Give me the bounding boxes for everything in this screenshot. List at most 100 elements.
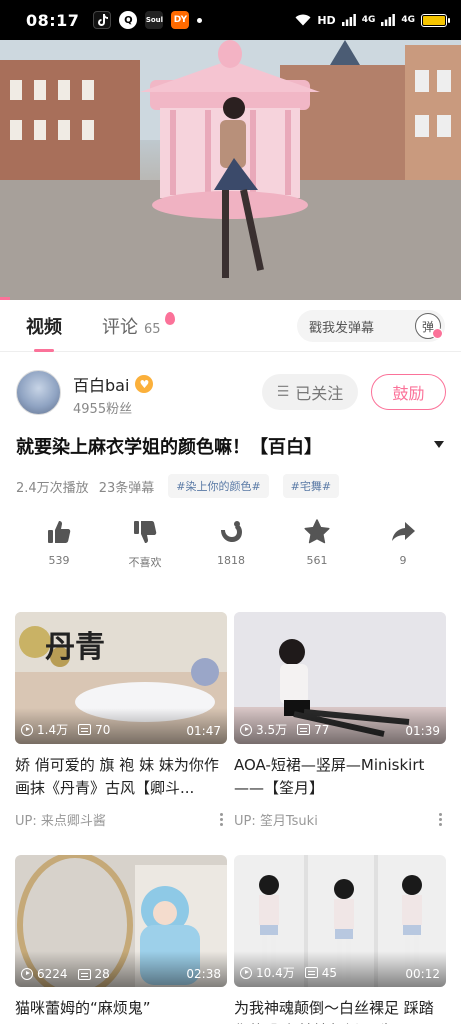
douyu-app-icon: DY — [171, 11, 190, 29]
notification-dot — [197, 17, 203, 23]
video-thumbnail[interactable]: 10.4万 45 00:12 — [234, 855, 446, 987]
battery-icon — [421, 13, 450, 27]
recommendation-card[interactable]: 10.4万 45 00:12 为我神魂颠倒～白丝裸足 踩踏你的肌肤 抽搐颠倒 双… — [234, 855, 446, 1024]
card-duration: 01:47 — [186, 724, 221, 738]
dislike-icon — [134, 521, 157, 543]
card-uploader-row: UP: 来点卿斗酱 — [15, 810, 227, 829]
play-count-icon — [240, 723, 252, 736]
danmaku-count-icon — [297, 724, 311, 735]
recommendation-card[interactable]: 丹青 1.4万 70 01:47 娇 俏可爱的 旗 袍 妹 妹为你作画抹《丹青》… — [15, 612, 227, 829]
card-duration: 00:12 — [405, 967, 440, 981]
card-duration: 01:39 — [405, 724, 440, 738]
uploader-row: 百白bai ♥ 4955粉丝 ☰ 已关注 鼓励 — [16, 370, 446, 420]
card-danmaku: 28 — [94, 967, 110, 981]
card-uploader[interactable]: UP: 来点卿斗酱 — [15, 810, 106, 829]
play-count: 2.4万次播放 — [16, 480, 89, 496]
card-uploader[interactable]: UP: 筌月Tsuki — [234, 810, 318, 829]
wifi-icon — [295, 14, 311, 26]
thumbnail-stats: 3.5万 77 — [240, 721, 329, 738]
hot-flame-icon — [164, 311, 175, 325]
danmaku-count-icon — [78, 724, 92, 735]
signal-icon-2 — [381, 14, 396, 26]
network-label: HD — [317, 13, 336, 27]
cheer-button[interactable]: 鼓励 — [371, 374, 446, 410]
tiktok-icon — [93, 11, 112, 29]
card-plays: 10.4万 — [256, 966, 295, 980]
video-thumbnail[interactable]: 6224 28 02:38 — [15, 855, 227, 987]
q-app-icon: Q — [119, 11, 138, 29]
card-danmaku: 45 — [321, 965, 338, 980]
dislike-label: 不喜欢 — [128, 556, 162, 569]
coin-button[interactable]: 1818 — [196, 518, 266, 567]
play-count-icon — [21, 968, 33, 980]
thumbnail-stats: 1.4万 70 — [21, 721, 110, 738]
danmaku-input[interactable]: 戳我发弹幕 弹 — [297, 310, 445, 342]
card-plays: 1.4万 — [37, 723, 69, 737]
card-title[interactable]: 为我神魂颠倒～白丝裸足 踩踏你的肌肤 抽搐颠倒 双先 — [234, 997, 446, 1024]
video-thumbnail[interactable]: 丹青 1.4万 70 01:47 — [15, 612, 227, 744]
follow-button[interactable]: ☰ 已关注 — [262, 374, 358, 410]
detail-tabs: 视频 评论 65 戳我发弹幕 弹 — [0, 300, 461, 352]
favorite-icon — [304, 519, 330, 544]
share-icon — [392, 522, 415, 541]
avatar[interactable] — [16, 370, 61, 415]
card-danmaku: 70 — [95, 722, 111, 737]
comment-count: 65 — [144, 321, 161, 337]
menu-lines-icon: ☰ — [276, 384, 290, 400]
like-count: 539 — [48, 554, 70, 567]
danmaku-toggle-label: 弹 — [421, 319, 434, 334]
danmaku-placeholder: 戳我发弹幕 — [309, 320, 375, 336]
card-title[interactable]: 猫咪蕾姆的“麻烦鬼” — [15, 997, 227, 1024]
share-count: 9 — [399, 554, 407, 567]
danmaku-toggle-button[interactable]: 弹 — [415, 313, 443, 339]
share-button[interactable]: 9 — [368, 518, 438, 567]
soul-app-icon: Soul — [145, 11, 164, 29]
card-title[interactable]: AOA-短裙—竖屏—Miniskirt——【筌月】 — [234, 754, 446, 800]
favorite-count: 561 — [306, 554, 328, 567]
thumbnail-stats: 10.4万 45 — [240, 964, 337, 981]
status-indicators: HD 4G 4G — [295, 13, 450, 27]
vip-badge-icon: ♥ — [135, 375, 154, 393]
tab-video[interactable]: 视频 — [26, 313, 62, 352]
danmaku-count: 23条弹幕 — [98, 480, 155, 496]
expand-caret-icon[interactable] — [434, 441, 444, 448]
follow-label: 已关注 — [295, 384, 344, 403]
dislike-button[interactable]: 不喜欢 — [110, 518, 180, 570]
signal-icon-1 — [341, 14, 356, 26]
video-title: 就要染上麻衣学姐的颜色嘛！【百白】 — [16, 437, 322, 458]
video-thumbnail[interactable]: 3.5万 77 01:39 — [234, 612, 446, 744]
danmaku-count-icon — [304, 967, 318, 978]
thumbnail-stats: 6224 28 — [21, 967, 110, 981]
more-options-icon[interactable] — [220, 813, 223, 826]
danmaku-count-icon — [77, 968, 91, 980]
play-count-icon — [240, 966, 252, 979]
card-title[interactable]: 娇 俏可爱的 旗 袍 妹 妹为你作画抹《丹青》古风【卿斗... — [15, 754, 227, 800]
uploader-name-row[interactable]: 百白bai ♥ — [73, 372, 154, 396]
play-count-icon — [21, 723, 33, 736]
thumbnail-title-art: 丹青 — [45, 630, 105, 665]
video-player[interactable] — [0, 40, 461, 300]
like-button[interactable]: 539 — [24, 518, 94, 567]
recommendation-card[interactable]: 6224 28 02:38 猫咪蕾姆的“麻烦鬼” — [15, 855, 227, 1024]
card-duration: 02:38 — [186, 967, 221, 981]
signal-label-1: 4G — [361, 15, 376, 25]
card-plays: 3.5万 — [256, 723, 288, 737]
recommendation-card[interactable]: 3.5万 77 01:39 AOA-短裙—竖屏—Miniskirt——【筌月】 … — [234, 612, 446, 829]
uploader-fans: 4955粉丝 — [73, 402, 133, 417]
card-danmaku: 77 — [314, 722, 330, 737]
tag-chip[interactable]: #染上你的颜色# — [168, 474, 269, 498]
tag-chip[interactable]: #宅舞# — [282, 474, 340, 498]
status-bar: 08:17 Q Soul DY HD 4G 4G — [0, 0, 461, 40]
like-icon — [48, 521, 71, 543]
video-meta: 2.4万次播放 23条弹幕 #染上你的颜色# #宅舞# — [16, 474, 340, 498]
more-options-icon[interactable] — [439, 813, 442, 826]
tab-comments[interactable]: 评论 65 — [102, 311, 175, 339]
tab-comments-label: 评论 — [102, 316, 138, 338]
action-bar: 539 不喜欢 1818 561 9 — [0, 518, 461, 578]
status-notification-icons: Q Soul DY — [93, 11, 203, 29]
cheer-label: 鼓励 — [392, 384, 425, 403]
video-frame — [0, 40, 461, 300]
coin-count: 1818 — [217, 554, 245, 567]
favorite-button[interactable]: 561 — [282, 518, 352, 567]
status-time: 08:17 — [26, 10, 80, 30]
